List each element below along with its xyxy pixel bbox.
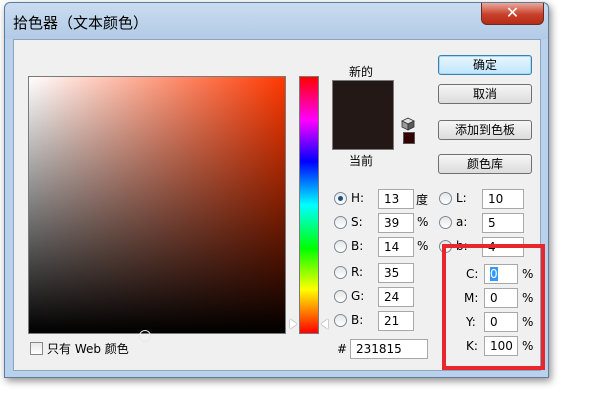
color-libraries-button[interactable]: 颜色库 [438, 154, 532, 174]
close-button[interactable]: ✕ [481, 3, 544, 25]
current-color-swatch[interactable] [333, 115, 393, 149]
ok-button[interactable]: 确定 [438, 55, 532, 75]
cmyk-highlight-box [442, 244, 545, 370]
l-radio[interactable] [439, 192, 452, 205]
hue-slider[interactable] [299, 76, 319, 334]
web-safe-color-swatch[interactable] [403, 132, 415, 144]
rgb-b-radio[interactable] [334, 314, 347, 327]
g-field[interactable]: 24 [378, 287, 414, 307]
g-radio[interactable] [334, 290, 347, 303]
hex-field[interactable]: 231815 [350, 339, 428, 359]
rgb-b-field[interactable]: 21 [378, 311, 414, 331]
new-color-swatch [333, 81, 393, 115]
dialog-title: 拾色器（文本颜色） [13, 14, 149, 32]
hue-slider-left-handle[interactable] [290, 319, 297, 329]
h-radio[interactable] [334, 192, 347, 205]
g-label: G: [351, 289, 365, 303]
new-color-label: 新的 [349, 65, 374, 79]
s-field[interactable]: 39 [378, 213, 414, 233]
hue-slider-right-handle[interactable] [321, 319, 328, 329]
s-unit: % [417, 215, 429, 229]
s-label: S: [351, 215, 363, 229]
r-label: R: [351, 265, 364, 279]
hsb-b-unit: % [417, 239, 429, 253]
current-color-label: 当前 [349, 154, 374, 168]
h-unit: 度 [416, 193, 429, 207]
web-colors-only-label[interactable]: 只有 Web 颜色 [47, 340, 129, 357]
add-to-swatches-button[interactable]: 添加到色板 [438, 120, 532, 140]
color-field-cursor[interactable] [139, 330, 151, 342]
r-radio[interactable] [334, 266, 347, 279]
r-field[interactable]: 35 [378, 263, 414, 283]
hex-label: # [337, 342, 348, 356]
out-of-web-gamut-cube-icon[interactable] [401, 117, 415, 131]
web-colors-only-checkbox[interactable] [30, 342, 43, 355]
title-bar[interactable]: 拾色器（文本颜色） ✕ [5, 3, 548, 39]
hsb-b-radio[interactable] [334, 240, 347, 253]
h-label: H: [351, 191, 365, 205]
a-label: a: [456, 215, 468, 229]
l-label: L: [456, 191, 467, 205]
cancel-button[interactable]: 取消 [438, 84, 532, 104]
rgb-b-label: B: [351, 313, 364, 327]
hsb-b-field[interactable]: 14 [378, 237, 414, 257]
l-field[interactable]: 10 [482, 189, 524, 209]
hsb-b-label: B: [351, 239, 364, 253]
s-radio[interactable] [334, 216, 347, 229]
h-field[interactable]: 13 [378, 189, 414, 209]
a-field[interactable]: 5 [482, 213, 524, 233]
a-radio[interactable] [439, 216, 452, 229]
color-field[interactable] [28, 76, 286, 342]
